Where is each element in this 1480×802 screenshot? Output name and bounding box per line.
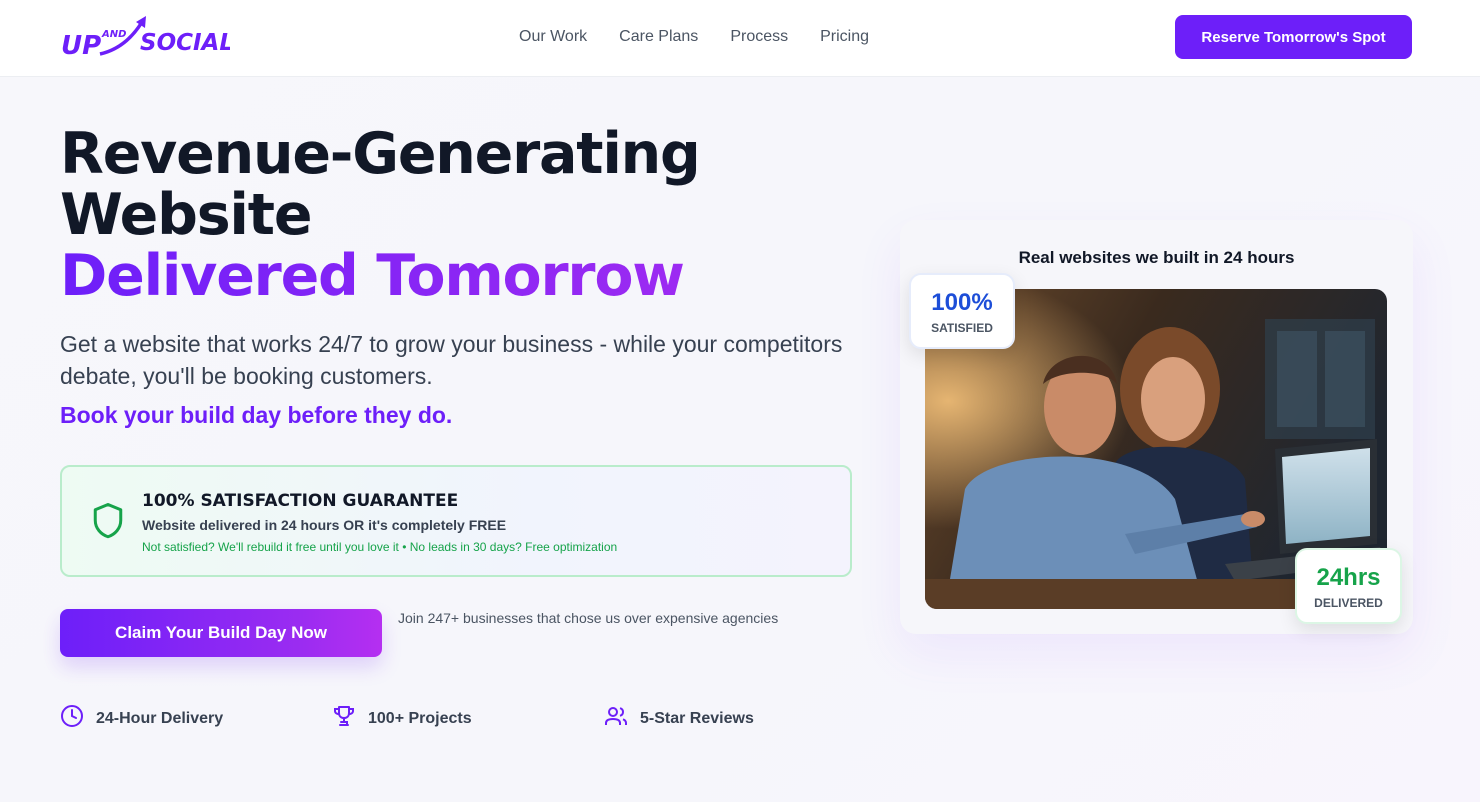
guarantee-box: 100% SATISFACTION GUARANTEE Website deli… xyxy=(60,465,852,577)
svg-text:AND: AND xyxy=(101,29,126,40)
satisfied-label: SATISFIED xyxy=(931,321,993,335)
delivered-value: 24hrs xyxy=(1316,564,1381,591)
social-proof-text: Join 247+ businesses that chose us over … xyxy=(398,610,779,626)
reserve-spot-button[interactable]: Reserve Tomorrow's Spot xyxy=(1175,15,1412,59)
claim-build-day-button[interactable]: Claim Your Build Day Now xyxy=(60,609,382,657)
nav-link-our-work[interactable]: Our Work xyxy=(519,27,587,47)
booking-prompt: Book your build day before they do. xyxy=(60,402,453,428)
feature-label: 5-Star Reviews xyxy=(640,709,754,727)
feature-projects: 100+ Projects xyxy=(332,704,472,733)
main-nav: Our Work Care Plans Process Pricing xyxy=(519,27,869,47)
satisfied-value: 100% xyxy=(931,289,993,316)
feature-reviews: 5-Star Reviews xyxy=(604,704,754,733)
feature-label: 24-Hour Delivery xyxy=(96,709,224,727)
delivered-badge: 24hrs DELIVERED xyxy=(1295,548,1402,624)
hero-subtitle: Get a website that works 24/7 to grow yo… xyxy=(60,331,843,389)
nav-link-process[interactable]: Process xyxy=(730,27,788,47)
svg-text:UP: UP xyxy=(61,31,101,60)
svg-text:SOCIAL: SOCIAL xyxy=(140,30,230,56)
headline-line-1: Revenue-Generating xyxy=(60,121,701,187)
shield-icon xyxy=(90,501,126,546)
top-navbar: UP AND SOCIAL Our Work Care Plans Proces… xyxy=(0,0,1480,77)
feature-24-hour-delivery: 24-Hour Delivery xyxy=(60,704,223,733)
guarantee-title: 100% SATISFACTION GUARANTEE xyxy=(142,491,459,511)
users-icon xyxy=(604,704,628,733)
headline-line-3: Delivered Tomorrow xyxy=(60,246,820,307)
brand-logo[interactable]: UP AND SOCIAL xyxy=(60,14,230,60)
nav-link-pricing[interactable]: Pricing xyxy=(820,27,869,47)
nav-link-care-plans[interactable]: Care Plans xyxy=(619,27,698,47)
satisfied-badge: 100% SATISFIED xyxy=(909,273,1015,349)
headline-line-2: Website xyxy=(60,182,312,248)
clock-icon xyxy=(60,704,84,733)
showcase-title: Real websites we built in 24 hours xyxy=(1018,248,1295,267)
feature-label: 100+ Projects xyxy=(368,709,472,727)
trophy-icon xyxy=(332,704,356,733)
delivered-label: DELIVERED xyxy=(1314,596,1383,610)
guarantee-note: Not satisfied? We'll rebuild it free unt… xyxy=(142,540,618,554)
hero-headline: Revenue-Generating Website Delivered Tom… xyxy=(60,124,820,307)
guarantee-main-text: Website delivered in 24 hours OR it's co… xyxy=(142,517,507,533)
